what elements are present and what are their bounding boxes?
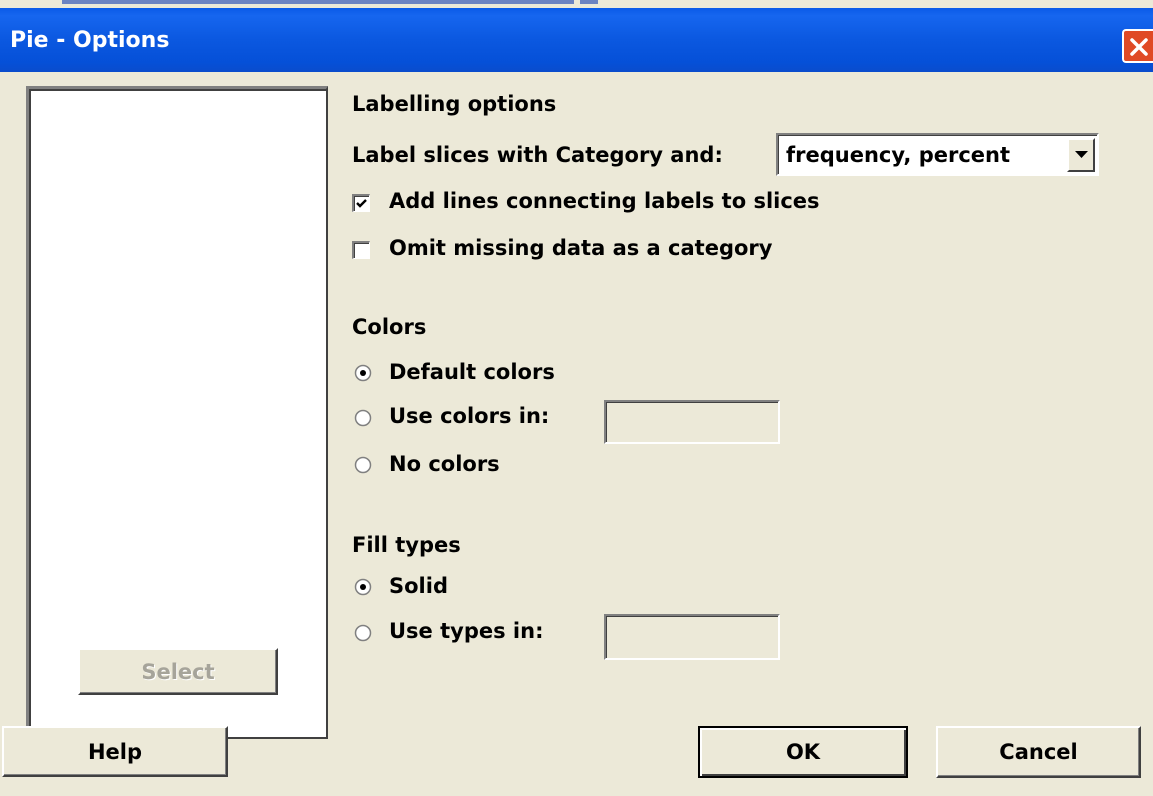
dropdown-arrow-button[interactable] <box>1067 138 1095 172</box>
use-types-radio[interactable] <box>354 624 372 642</box>
variables-listbox[interactable] <box>26 86 328 739</box>
use-colors-label[interactable]: Use colors in: <box>389 404 549 428</box>
use-types-input[interactable] <box>604 614 780 660</box>
add-lines-checkbox[interactable] <box>352 194 370 212</box>
use-types-label[interactable]: Use types in: <box>389 619 543 643</box>
checkmark-icon <box>356 199 367 208</box>
label-slices-label: Label slices with Category and: <box>352 143 723 167</box>
label-slices-value: frequency, percent <box>786 143 1011 167</box>
cancel-button[interactable]: Cancel <box>936 726 1141 778</box>
help-button[interactable]: Help <box>2 726 228 777</box>
close-icon <box>1130 38 1148 56</box>
omit-missing-label[interactable]: Omit missing data as a category <box>389 236 772 260</box>
use-colors-radio[interactable] <box>354 409 372 427</box>
label-slices-dropdown[interactable]: frequency, percent <box>776 133 1099 176</box>
no-colors-label[interactable]: No colors <box>389 452 500 476</box>
background-window-edge <box>580 0 598 4</box>
ok-button[interactable]: OK <box>698 726 908 778</box>
close-button[interactable] <box>1122 29 1153 63</box>
background-window-edge <box>62 0 574 4</box>
no-colors-radio[interactable] <box>354 456 372 474</box>
fill-types-heading: Fill types <box>352 533 461 557</box>
background-window-strip <box>0 0 1153 8</box>
default-colors-radio[interactable] <box>354 364 372 382</box>
solid-label[interactable]: Solid <box>389 574 448 598</box>
colors-heading: Colors <box>352 315 427 339</box>
omit-missing-checkbox[interactable] <box>352 241 370 259</box>
add-lines-label[interactable]: Add lines connecting labels to slices <box>389 189 820 213</box>
use-colors-input[interactable] <box>604 400 780 444</box>
labelling-options-heading: Labelling options <box>352 92 557 116</box>
title-bar[interactable]: Pie - Options <box>0 8 1153 72</box>
default-colors-label[interactable]: Default colors <box>389 360 555 384</box>
chevron-down-icon <box>1075 151 1088 158</box>
window-title: Pie - Options <box>10 28 170 53</box>
select-button[interactable]: Select <box>78 648 278 695</box>
solid-radio[interactable] <box>354 578 372 596</box>
